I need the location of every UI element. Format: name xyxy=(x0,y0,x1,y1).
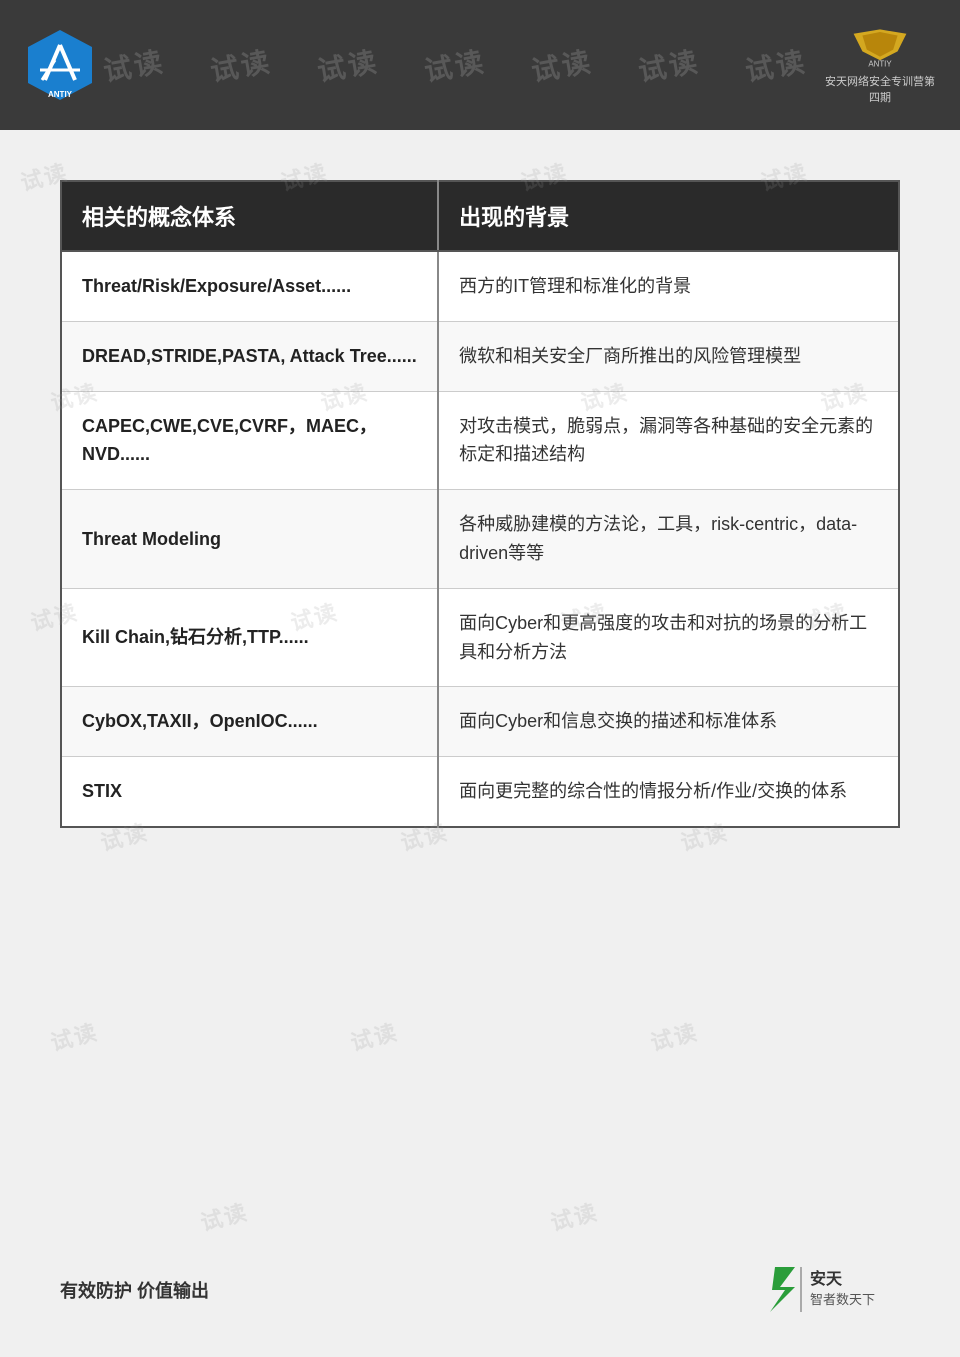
footer: 有效防护 价值输出 安天 智者数天下 xyxy=(0,1262,960,1317)
table-cell-right-3: 各种威胁建模的方法论，工具，risk-centric，data-driven等等 xyxy=(438,490,899,589)
watermark-18: 试读 xyxy=(197,1194,252,1237)
concept-table: 相关的概念体系 出现的背景 Threat/Risk/Exposure/Asset… xyxy=(60,180,900,828)
header-watermark-2: 试读 xyxy=(207,40,275,90)
table-cell-left-1: DREAD,STRIDE,PASTA, Attack Tree...... xyxy=(61,321,438,391)
table-cell-left-0: Threat/Risk/Exposure/Asset...... xyxy=(61,251,438,321)
footer-left-text: 有效防护 价值输出 xyxy=(60,1277,209,1303)
table-cell-left-3: Threat Modeling xyxy=(61,490,438,589)
table-cell-right-5: 面向Cyber和信息交换的描述和标准体系 xyxy=(438,687,899,757)
svg-text:ANTIY: ANTIY xyxy=(868,59,892,68)
table-cell-left-5: CybOX,TAXII，OpenIOC...... xyxy=(61,687,438,757)
watermark-16: 试读 xyxy=(347,1014,402,1057)
header-watermark-7: 试读 xyxy=(742,40,810,90)
table-cell-left-4: Kill Chain,钻石分析,TTP...... xyxy=(61,588,438,687)
table-cell-left-2: CAPEC,CWE,CVE,CVRF，MAEC，NVD...... xyxy=(61,391,438,490)
table-cell-right-6: 面向更完整的综合性的情报分析/作业/交换的体系 xyxy=(438,757,899,827)
table-cell-right-0: 西方的IT管理和标准化的背景 xyxy=(438,251,899,321)
svg-text:智者数天下: 智者数天下 xyxy=(810,1292,875,1307)
table-left-header: 相关的概念体系 xyxy=(61,181,438,251)
table-row: Kill Chain,钻石分析,TTP......面向Cyber和更高强度的攻击… xyxy=(61,588,899,687)
table-row: CAPEC,CWE,CVE,CVRF，MAEC，NVD......对攻击模式，脆… xyxy=(61,391,899,490)
table-row: CybOX,TAXII，OpenIOC......面向Cyber和信息交换的描述… xyxy=(61,687,899,757)
header-watermark-6: 试读 xyxy=(635,40,703,90)
table-row: DREAD,STRIDE,PASTA, Attack Tree......微软和… xyxy=(61,321,899,391)
table-row: Threat Modeling各种威胁建模的方法论，工具，risk-centri… xyxy=(61,490,899,589)
header-brand-subtitle: 安天网络安全专训营第四期 xyxy=(820,73,940,105)
watermark-17: 试读 xyxy=(647,1014,702,1057)
main-content: 相关的概念体系 出现的背景 Threat/Risk/Exposure/Asset… xyxy=(0,130,960,878)
table-cell-left-6: STIX xyxy=(61,757,438,827)
table-cell-right-2: 对攻击模式，脆弱点，漏洞等各种基础的安全元素的标定和描述结构 xyxy=(438,391,899,490)
header-watermark-4: 试读 xyxy=(421,40,489,90)
header-watermarks: 试读 试读 试读 试读 试读 试读 试读 xyxy=(80,0,830,130)
header-watermark-1: 试读 xyxy=(100,40,168,90)
table-row: Threat/Risk/Exposure/Asset......西方的IT管理和… xyxy=(61,251,899,321)
table-cell-right-4: 面向Cyber和更高强度的攻击和对抗的场景的分析工具和分析方法 xyxy=(438,588,899,687)
header: ANTIY 试读 试读 试读 试读 试读 试读 试读 ANTIY 安天网络安全专… xyxy=(0,0,960,130)
table-cell-right-1: 微软和相关安全厂商所推出的风险管理模型 xyxy=(438,321,899,391)
table-row: STIX面向更完整的综合性的情报分析/作业/交换的体系 xyxy=(61,757,899,827)
svg-text:ANTIY: ANTIY xyxy=(48,90,73,99)
header-brand: ANTIY 安天网络安全专训营第四期 xyxy=(820,25,940,105)
header-watermark-5: 试读 xyxy=(528,40,596,90)
header-watermark-3: 试读 xyxy=(314,40,382,90)
footer-brand: 安天 智者数天下 xyxy=(760,1262,900,1317)
watermark-19: 试读 xyxy=(547,1194,602,1237)
table-right-header: 出现的背景 xyxy=(438,181,899,251)
watermark-15: 试读 xyxy=(47,1014,102,1057)
svg-text:安天: 安天 xyxy=(810,1269,843,1288)
